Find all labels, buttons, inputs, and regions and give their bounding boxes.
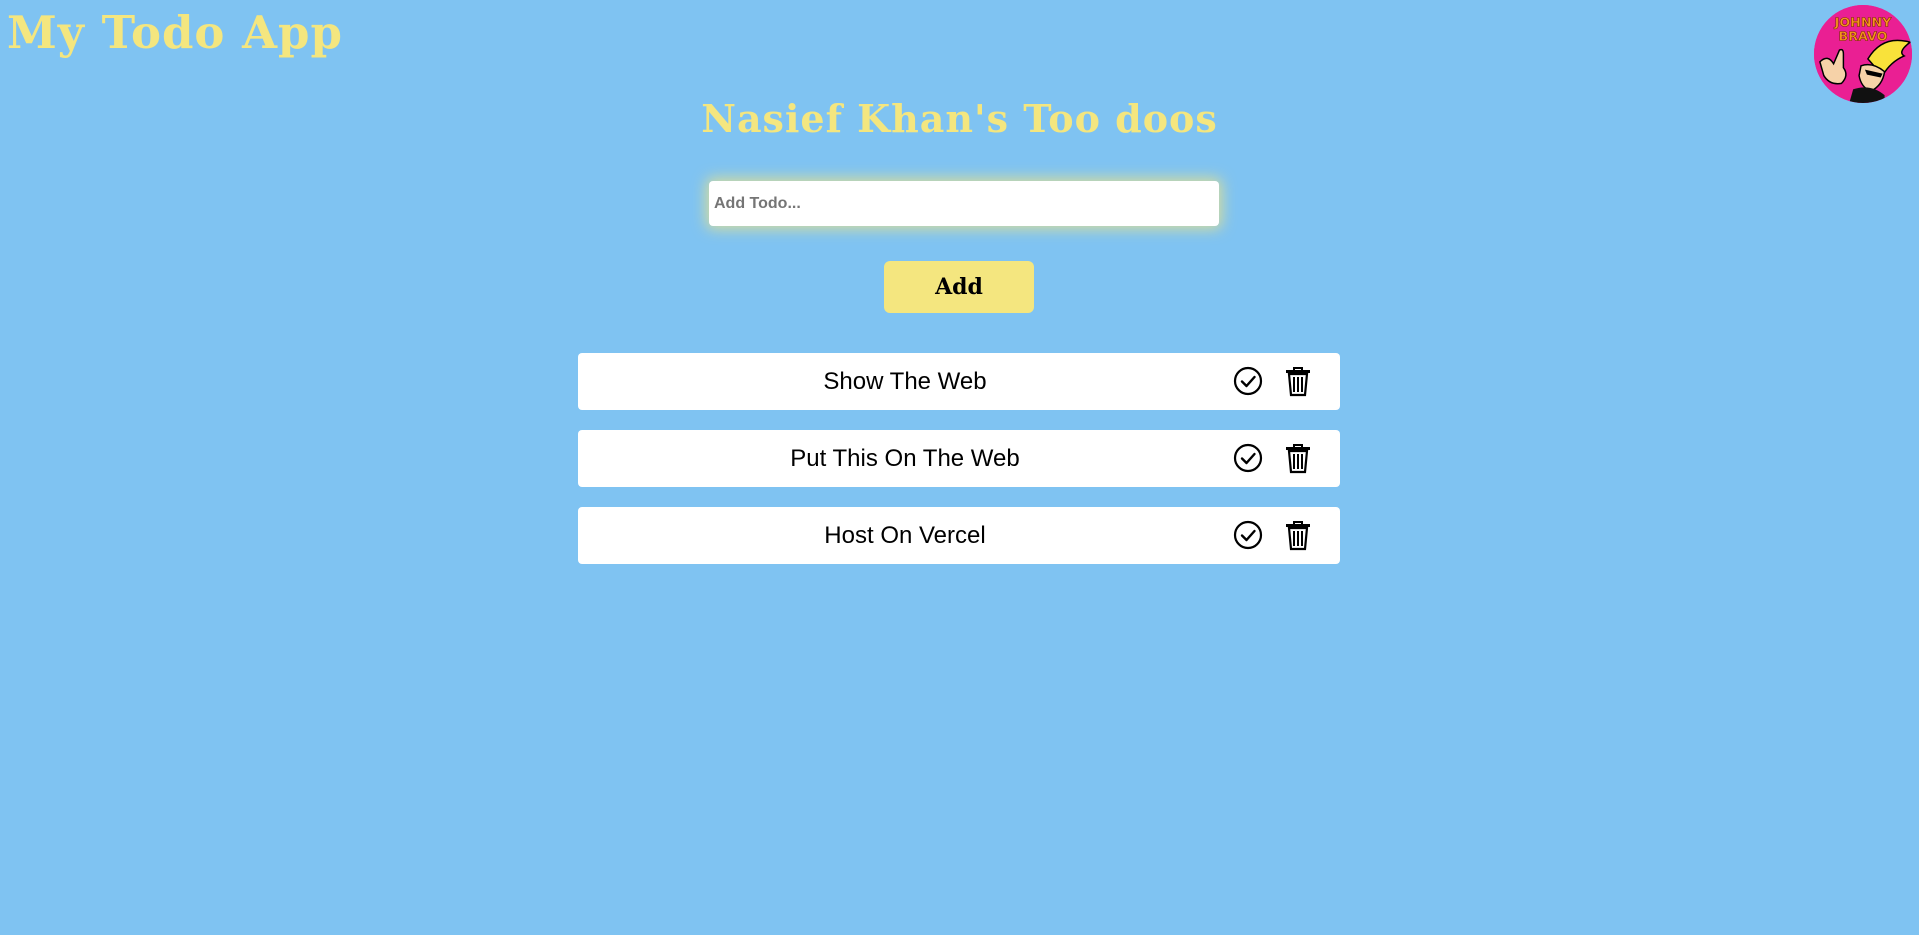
- todo-item: Put This On The Web: [578, 430, 1340, 487]
- page-heading: Nasief Khan's Too doos: [701, 96, 1218, 141]
- todo-text: Host On Vercel: [824, 522, 986, 549]
- todo-item: Host On Vercel: [578, 507, 1340, 564]
- trash-icon[interactable]: [1282, 442, 1314, 474]
- todo-item: Show The Web: [578, 353, 1340, 410]
- svg-text:BRAVO: BRAVO: [1839, 29, 1888, 44]
- app-title: My Todo App: [7, 6, 343, 59]
- todo-text: Show The Web: [823, 368, 987, 395]
- add-button[interactable]: Add: [884, 261, 1034, 313]
- trash-icon[interactable]: [1282, 365, 1314, 397]
- todo-text: Put This On The Web: [790, 445, 1020, 472]
- avatar: JOHNNY BRAVO: [1814, 5, 1912, 103]
- check-circle-icon[interactable]: [1232, 519, 1264, 551]
- todo-list: Show The Web Put This On The Web Host On…: [578, 353, 1340, 584]
- johnny-bravo-avatar-icon: JOHNNY BRAVO: [1814, 5, 1912, 103]
- trash-icon[interactable]: [1282, 519, 1314, 551]
- check-circle-icon[interactable]: [1232, 365, 1264, 397]
- add-todo-input[interactable]: [709, 181, 1219, 226]
- check-circle-icon[interactable]: [1232, 442, 1264, 474]
